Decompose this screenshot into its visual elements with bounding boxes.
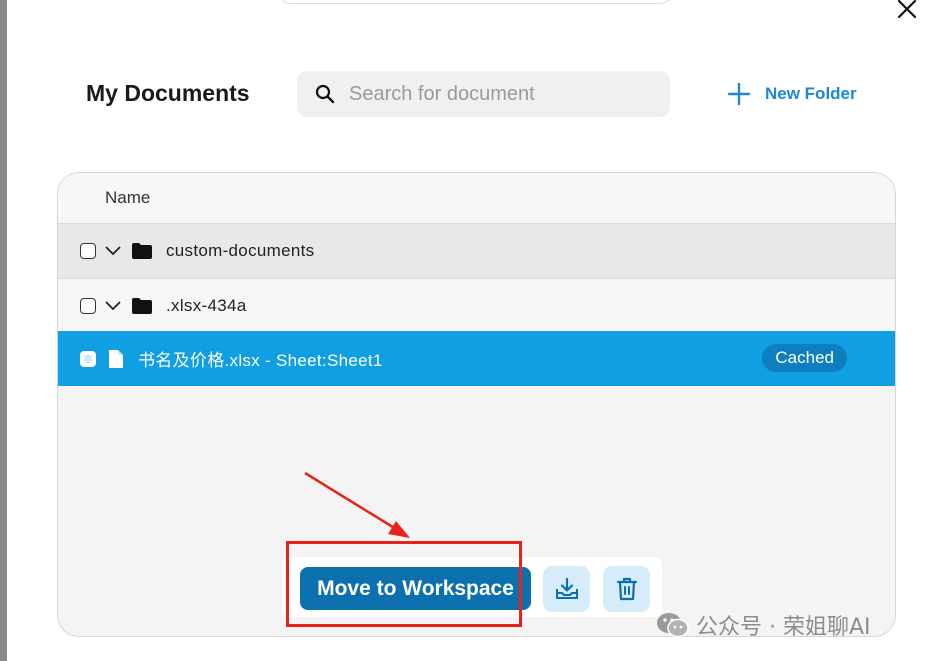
page-title: My Documents bbox=[86, 80, 250, 106]
table-row-selected[interactable]: 书名及价格.xlsx - Sheet:Sheet1 Cached bbox=[58, 331, 895, 386]
folder-icon bbox=[132, 298, 152, 314]
download-button[interactable] bbox=[543, 566, 590, 612]
download-to-tray-icon bbox=[555, 577, 578, 599]
window-edge bbox=[0, 0, 7, 661]
row-name: .xlsx-434a bbox=[166, 296, 247, 315]
trash-icon bbox=[616, 577, 637, 601]
chevron-down-icon[interactable] bbox=[104, 244, 122, 258]
search-box[interactable] bbox=[297, 71, 670, 117]
table-row[interactable]: custom-documents bbox=[58, 224, 895, 279]
top-input-edge bbox=[278, 0, 672, 4]
row-checkbox[interactable] bbox=[80, 298, 96, 314]
file-icon bbox=[109, 349, 123, 368]
plus-icon bbox=[727, 82, 751, 106]
watermark-text: 公众号 · 荣姐聊AI bbox=[696, 615, 871, 640]
move-to-workspace-button[interactable]: Move to Workspace bbox=[300, 567, 531, 610]
row-name: custom-documents bbox=[166, 241, 315, 260]
close-button[interactable] bbox=[893, 0, 921, 22]
row-checkbox-checked[interactable] bbox=[80, 350, 96, 367]
search-input[interactable] bbox=[347, 81, 651, 107]
search-icon bbox=[315, 84, 335, 104]
column-header-name: Name bbox=[105, 188, 151, 207]
chevron-down-icon[interactable] bbox=[104, 299, 122, 313]
watermark: 公众号 · 荣姐聊AI bbox=[656, 609, 871, 641]
cached-badge: Cached bbox=[762, 344, 847, 372]
row-name: 书名及价格.xlsx - Sheet:Sheet1 bbox=[138, 351, 383, 370]
folder-icon bbox=[132, 243, 152, 259]
close-icon bbox=[897, 0, 917, 19]
delete-button[interactable] bbox=[603, 566, 650, 612]
wechat-icon bbox=[657, 613, 689, 638]
table-header: Name bbox=[58, 173, 895, 224]
new-folder-button[interactable]: New Folder bbox=[727, 82, 857, 106]
row-checkbox[interactable] bbox=[80, 243, 96, 259]
new-folder-label: New Folder bbox=[765, 84, 857, 103]
table-row[interactable]: .xlsx-434a bbox=[58, 279, 895, 334]
